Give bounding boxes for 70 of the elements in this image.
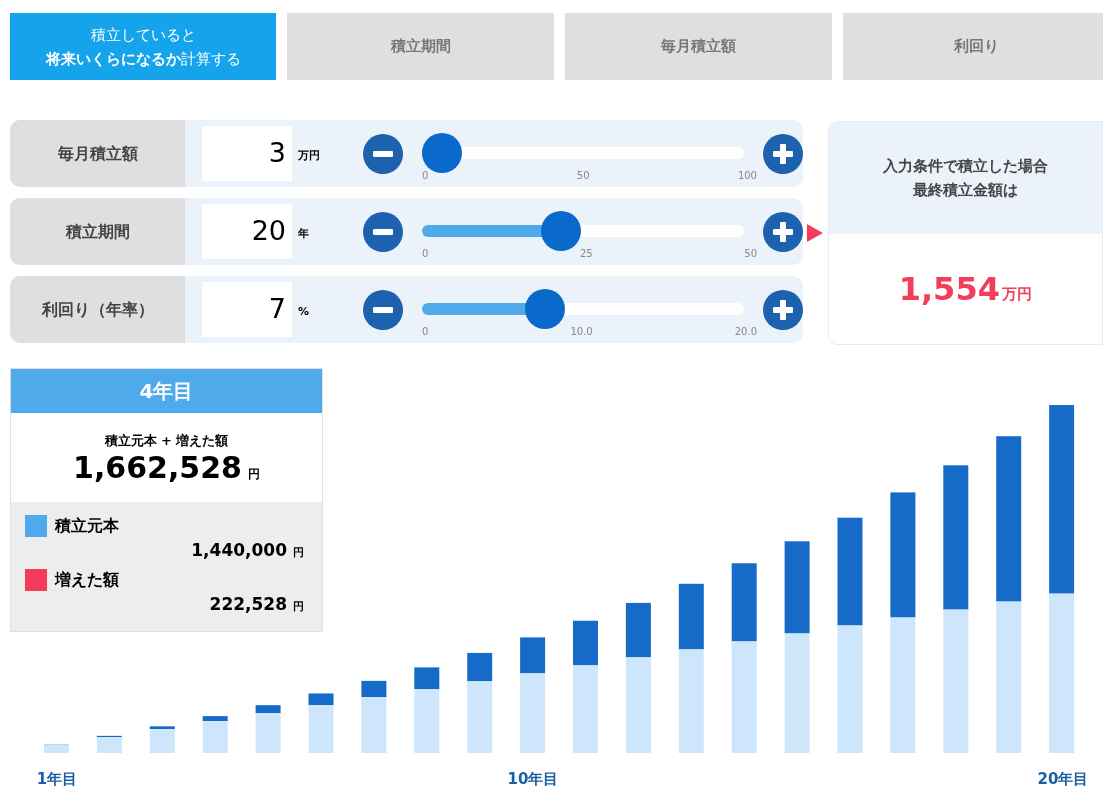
scale-label: 0: [422, 325, 429, 339]
growth-bar-segment: [255, 705, 281, 714]
tab[interactable]: 毎月積立額: [565, 13, 832, 80]
principal-bar-segment: [467, 681, 493, 753]
tab[interactable]: 積立期間: [287, 13, 554, 80]
x-axis-label: 20年目: [1037, 769, 1089, 790]
field-label: 利回り（年率）: [10, 276, 185, 343]
scale-label: 100: [737, 169, 757, 183]
unit-label: 万円: [298, 148, 321, 165]
total-label: 積立元本 + 増えた額: [104, 432, 229, 451]
principal-bar-segment: [361, 697, 387, 753]
slider-thumb[interactable]: [524, 289, 565, 329]
unit-label: 円: [293, 598, 304, 615]
growth-bar-segment: [96, 735, 122, 738]
unit-label: 年: [298, 226, 310, 243]
growth-bar-segment: [678, 583, 704, 650]
principal-bar-segment: [308, 705, 334, 753]
growth-bar-segment: [202, 716, 228, 722]
total-amount: 1,662,528: [73, 450, 242, 484]
growth-bar-segment: [149, 726, 175, 730]
tab[interactable]: 利回り: [843, 13, 1103, 80]
unit-label: 円: [293, 545, 304, 561]
field-label: 毎月積立額: [10, 120, 185, 187]
value-field[interactable]: 3: [202, 126, 292, 181]
scale-label: 20.0: [734, 325, 757, 339]
scale-label: 25: [579, 247, 593, 261]
growth-bar-segment: [361, 680, 387, 698]
unit-label: %: [298, 304, 311, 321]
minus-button[interactable]: [363, 289, 403, 330]
value-field[interactable]: 7: [202, 282, 292, 337]
principal-bar-segment: [255, 713, 281, 753]
scale-label: 50: [744, 247, 757, 261]
pointer-triangle-icon: [807, 223, 824, 242]
legend-value: 222,528: [209, 592, 287, 616]
principal-bar-segment: [96, 737, 122, 753]
result-amount: 1,554: [898, 269, 1000, 310]
result-unit: 万円: [1001, 283, 1032, 305]
scale-label: 10.0: [570, 325, 593, 339]
result-heading: 入力条件で積立した場合: [882, 156, 1048, 177]
growth-bar-segment: [625, 602, 651, 658]
legend-value: 1,440,000: [191, 539, 287, 562]
minus-button[interactable]: [363, 133, 403, 174]
plus-button[interactable]: [763, 133, 803, 174]
principal-bar-segment: [202, 721, 228, 753]
legend-label: 増えた額: [55, 568, 119, 591]
slider-thumb[interactable]: [421, 133, 462, 173]
unit-label: 円: [247, 465, 260, 483]
principal-bar-segment: [149, 729, 175, 753]
field-label: 積立期間: [10, 198, 185, 265]
legend-label: 積立元本: [55, 515, 119, 537]
value-field[interactable]: 20: [202, 204, 292, 259]
minus-button[interactable]: [363, 211, 403, 252]
tooltip-title: 4年目: [11, 369, 322, 413]
growth-bar-segment: [520, 637, 546, 674]
growth-bar-segment: [308, 693, 334, 706]
plus-button[interactable]: [763, 211, 803, 252]
growth-bar-segment: [467, 652, 493, 682]
scale-label: 50: [576, 169, 590, 183]
principal-bar-segment: [44, 745, 69, 753]
slider-thumb[interactable]: [540, 211, 581, 251]
principal-bar-segment: [414, 689, 440, 753]
growth-bar-segment: [414, 667, 440, 690]
result-heading: 最終積立金額は: [912, 180, 1018, 201]
tab[interactable]: 積立していると 将来いくらになるか計算する: [10, 13, 276, 80]
plus-button[interactable]: [763, 289, 803, 330]
scale-label: 0: [422, 169, 429, 183]
scale-label: 0: [422, 247, 429, 261]
x-axis-label: 10年目: [507, 769, 559, 790]
growth-bar-segment: [573, 620, 598, 666]
x-axis-label: 1年目: [36, 769, 78, 790]
